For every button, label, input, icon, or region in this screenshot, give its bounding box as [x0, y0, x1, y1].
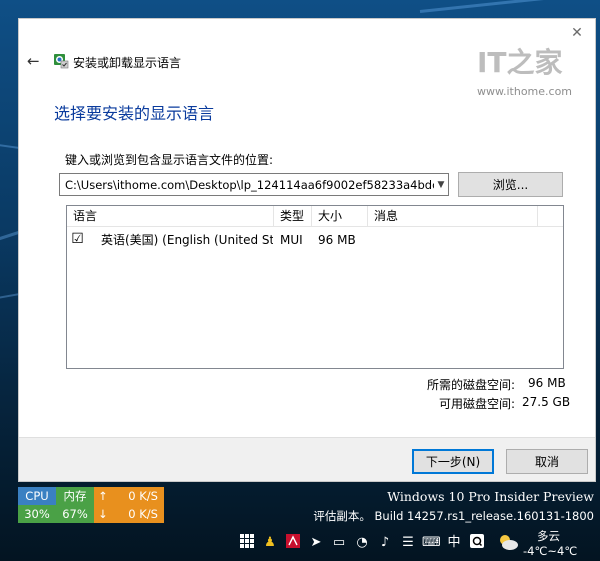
table-row[interactable]: ☑ 英语(美国) (English (United St... MUI 96 M… — [67, 229, 563, 251]
button-bar: 下一步(N) 取消 — [19, 437, 595, 481]
resource-monitor[interactable]: CPU 30% 内存 67% ↑ 0 K/S ↓ 0 K/S — [18, 487, 164, 523]
language-globe-icon — [54, 54, 69, 69]
language-list: 语言 类型 大小 消息 ☑ 英语(美国) (English (United St… — [66, 205, 564, 369]
install-language-window: ✕ IT之家 www.ithome.com ← 安装或卸载显示语言 选择要安装的… — [18, 18, 596, 482]
language-checkbox[interactable]: ☑ — [71, 232, 84, 246]
close-button[interactable]: ✕ — [569, 25, 585, 41]
build-watermark-line1: Windows 10 Pro Insider Preview — [387, 489, 594, 504]
build-watermark-line2: 评估副本。 Build 14257.rs1_release.160131-180… — [313, 509, 594, 523]
grid-icon[interactable] — [238, 534, 256, 552]
required-space-label: 所需的磁盘空间: — [427, 378, 516, 392]
system-tray: ♟ ➤ ▭ ◔ ♪ ☰ ⌨ 中 — [238, 532, 491, 554]
path-input-value: C:\Users\ithome.com\Desktop\lp_124114aa6… — [65, 177, 434, 192]
wifi-icon[interactable]: ◔ — [353, 534, 371, 552]
volume-icon[interactable]: ♪ — [376, 534, 394, 552]
cpu-label: CPU — [18, 487, 56, 505]
send-icon[interactable]: ➤ — [307, 534, 325, 552]
memory-value: 67% — [56, 505, 94, 523]
notification-icon[interactable]: ▭ — [330, 534, 348, 552]
available-space-value: 27.5 GB — [522, 395, 571, 409]
weather-temperature: -4℃~4℃ — [523, 544, 578, 558]
upload-rate-row: ↑ 0 K/S — [94, 487, 164, 505]
column-header-language[interactable]: 语言 — [67, 206, 274, 227]
column-header-size[interactable]: 大小 — [312, 206, 368, 227]
upload-arrow-icon: ↑ — [98, 489, 108, 503]
download-arrow-icon: ↓ — [98, 507, 108, 521]
download-rate-row: ↓ 0 K/S — [94, 505, 164, 523]
available-space-label: 可用磁盘空间: — [439, 397, 516, 411]
cell-size: 96 MB — [318, 233, 356, 247]
app-icon[interactable]: ♟ — [261, 534, 279, 552]
list-header: 语言 类型 大小 消息 — [67, 206, 563, 227]
cloudy-weather-icon — [500, 535, 518, 550]
pdf-icon[interactable] — [284, 534, 302, 552]
cell-language: 英语(美国) (English (United St... — [101, 233, 273, 247]
window-title: 安装或卸载显示语言 — [73, 56, 182, 70]
weather-condition: 多云 — [537, 529, 560, 543]
cpu-value: 30% — [18, 505, 56, 523]
upload-rate: 0 K/S — [128, 489, 158, 503]
path-label: 键入或浏览到包含显示语言文件的位置: — [65, 153, 274, 167]
next-button[interactable]: 下一步(N) — [412, 449, 494, 474]
watermark-logo-text: IT之家 — [477, 46, 563, 79]
memory-label: 内存 — [56, 487, 94, 505]
watermark-logo: IT之家 — [477, 43, 587, 83]
column-header-type[interactable]: 类型 — [274, 206, 312, 227]
browse-button[interactable]: 浏览... — [458, 172, 563, 197]
page-heading: 选择要安装的显示语言 — [54, 104, 215, 123]
cell-type: MUI — [280, 233, 303, 247]
ime-indicator[interactable]: 中 — [445, 534, 463, 552]
keyboard-icon[interactable]: ⌨ — [422, 534, 441, 552]
download-rate: 0 K/S — [128, 507, 158, 521]
message-icon[interactable]: ☰ — [399, 534, 417, 552]
cancel-button[interactable]: 取消 — [506, 449, 588, 474]
weather-widget[interactable]: 多云 -4℃~4℃ — [497, 528, 597, 560]
back-button[interactable]: ← — [27, 53, 43, 69]
required-space-value: 96 MB — [528, 376, 566, 390]
chevron-down-icon[interactable]: ▼ — [434, 180, 448, 190]
search-app-icon[interactable] — [468, 534, 486, 552]
watermark: IT之家 www.ithome.com — [477, 43, 587, 117]
column-header-message[interactable]: 消息 — [368, 206, 538, 227]
cell-message — [374, 229, 534, 251]
path-input[interactable]: C:\Users\ithome.com\Desktop\lp_124114aa6… — [59, 173, 449, 196]
watermark-url: www.ithome.com — [477, 85, 573, 98]
